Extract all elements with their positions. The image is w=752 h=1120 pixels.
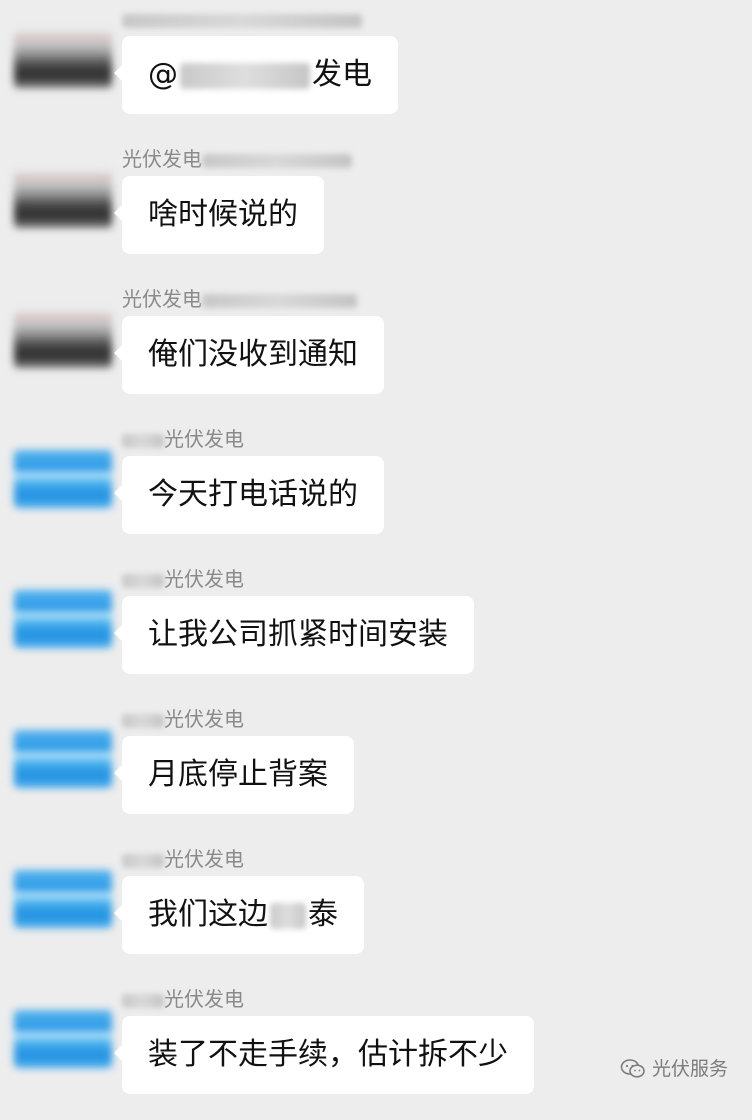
message-bubble[interactable]: 月底停止背案 [114, 736, 354, 814]
blurred-sender-prefix [122, 433, 164, 448]
avatar[interactable] [14, 730, 112, 788]
message-bubble[interactable]: 让我公司抓紧时间安装 [114, 596, 474, 674]
sender-name-text: 光伏发电 [164, 987, 244, 1011]
message-text-suffix: 泰 [308, 897, 338, 932]
sender-name [122, 6, 362, 32]
message-text: 装了不走手续，估计拆不少 [148, 1037, 508, 1072]
sender-name-text: 光伏发电 [164, 567, 244, 591]
sender-name-text: 光伏发电 [164, 707, 244, 731]
message-text: @ [148, 57, 178, 92]
sender-name-text: 光伏发电 [164, 427, 244, 451]
avatar[interactable] [14, 450, 112, 508]
avatar[interactable] [14, 870, 112, 928]
message-text: 今天打电话说的 [148, 477, 358, 512]
blurred-sender-prefix [122, 573, 164, 588]
blurred-sender-name [122, 13, 362, 28]
chat-message: 光伏发电 装了不走手续，估计拆不少 [0, 980, 752, 1120]
sender-name: 光伏发电 [122, 706, 244, 732]
message-text-suffix: 发电 [312, 57, 372, 92]
avatar[interactable] [14, 1010, 112, 1068]
message-text: 俺们没收到通知 [148, 337, 358, 372]
blurred-sender-prefix [122, 713, 164, 728]
avatar[interactable] [14, 30, 112, 88]
message-bubble[interactable]: 俺们没收到通知 [114, 316, 384, 394]
chat-message: @ 发电 [0, 0, 752, 140]
avatar[interactable] [14, 170, 112, 228]
chat-message: 光伏发电 今天打电话说的 [0, 420, 752, 560]
chat-message: 光伏发电 俺们没收到通知 [0, 280, 752, 420]
wechat-official-account-icon [620, 1059, 645, 1078]
message-bubble[interactable]: 今天打电话说的 [114, 456, 384, 534]
sender-name-text: 光伏发电 [122, 287, 202, 311]
avatar[interactable] [14, 590, 112, 648]
avatar[interactable] [14, 310, 112, 368]
chat-message: 光伏发电 我们这边 泰 [0, 840, 752, 980]
message-bubble[interactable]: @ 发电 [114, 36, 398, 114]
sender-name-text: 光伏发电 [122, 147, 202, 171]
blurred-sender-prefix [122, 853, 164, 868]
watermark: 光伏服务 [620, 1055, 728, 1083]
message-bubble[interactable]: 我们这边 泰 [114, 876, 364, 954]
chat-message: 光伏发电 啥时候说的 [0, 140, 752, 280]
message-bubble[interactable]: 装了不走手续，估计拆不少 [114, 1016, 534, 1094]
sender-name: 光伏发电 [122, 426, 244, 452]
message-text: 啥时候说的 [148, 197, 298, 232]
chat-message: 光伏发电 月底停止背案 [0, 700, 752, 840]
blurred-company-name [270, 902, 306, 929]
blurred-sender-suffix [202, 153, 352, 168]
message-text: 让我公司抓紧时间安装 [148, 617, 448, 652]
blurred-sender-prefix [122, 993, 164, 1008]
chat-message: 光伏发电 让我公司抓紧时间安装 [0, 560, 752, 700]
sender-name: 光伏发电 [122, 566, 244, 592]
blurred-mention [180, 62, 310, 89]
sender-name-text: 光伏发电 [164, 847, 244, 871]
sender-name: 光伏发电 [122, 986, 244, 1012]
message-bubble[interactable]: 啥时候说的 [114, 176, 324, 254]
sender-name: 光伏发电 [122, 146, 352, 172]
sender-name: 光伏发电 [122, 846, 244, 872]
sender-name: 光伏发电 [122, 286, 357, 312]
blurred-sender-suffix [202, 293, 357, 308]
watermark-label: 光伏服务 [651, 1058, 728, 1080]
message-text: 月底停止背案 [148, 757, 328, 792]
message-text: 我们这边 [148, 897, 268, 932]
